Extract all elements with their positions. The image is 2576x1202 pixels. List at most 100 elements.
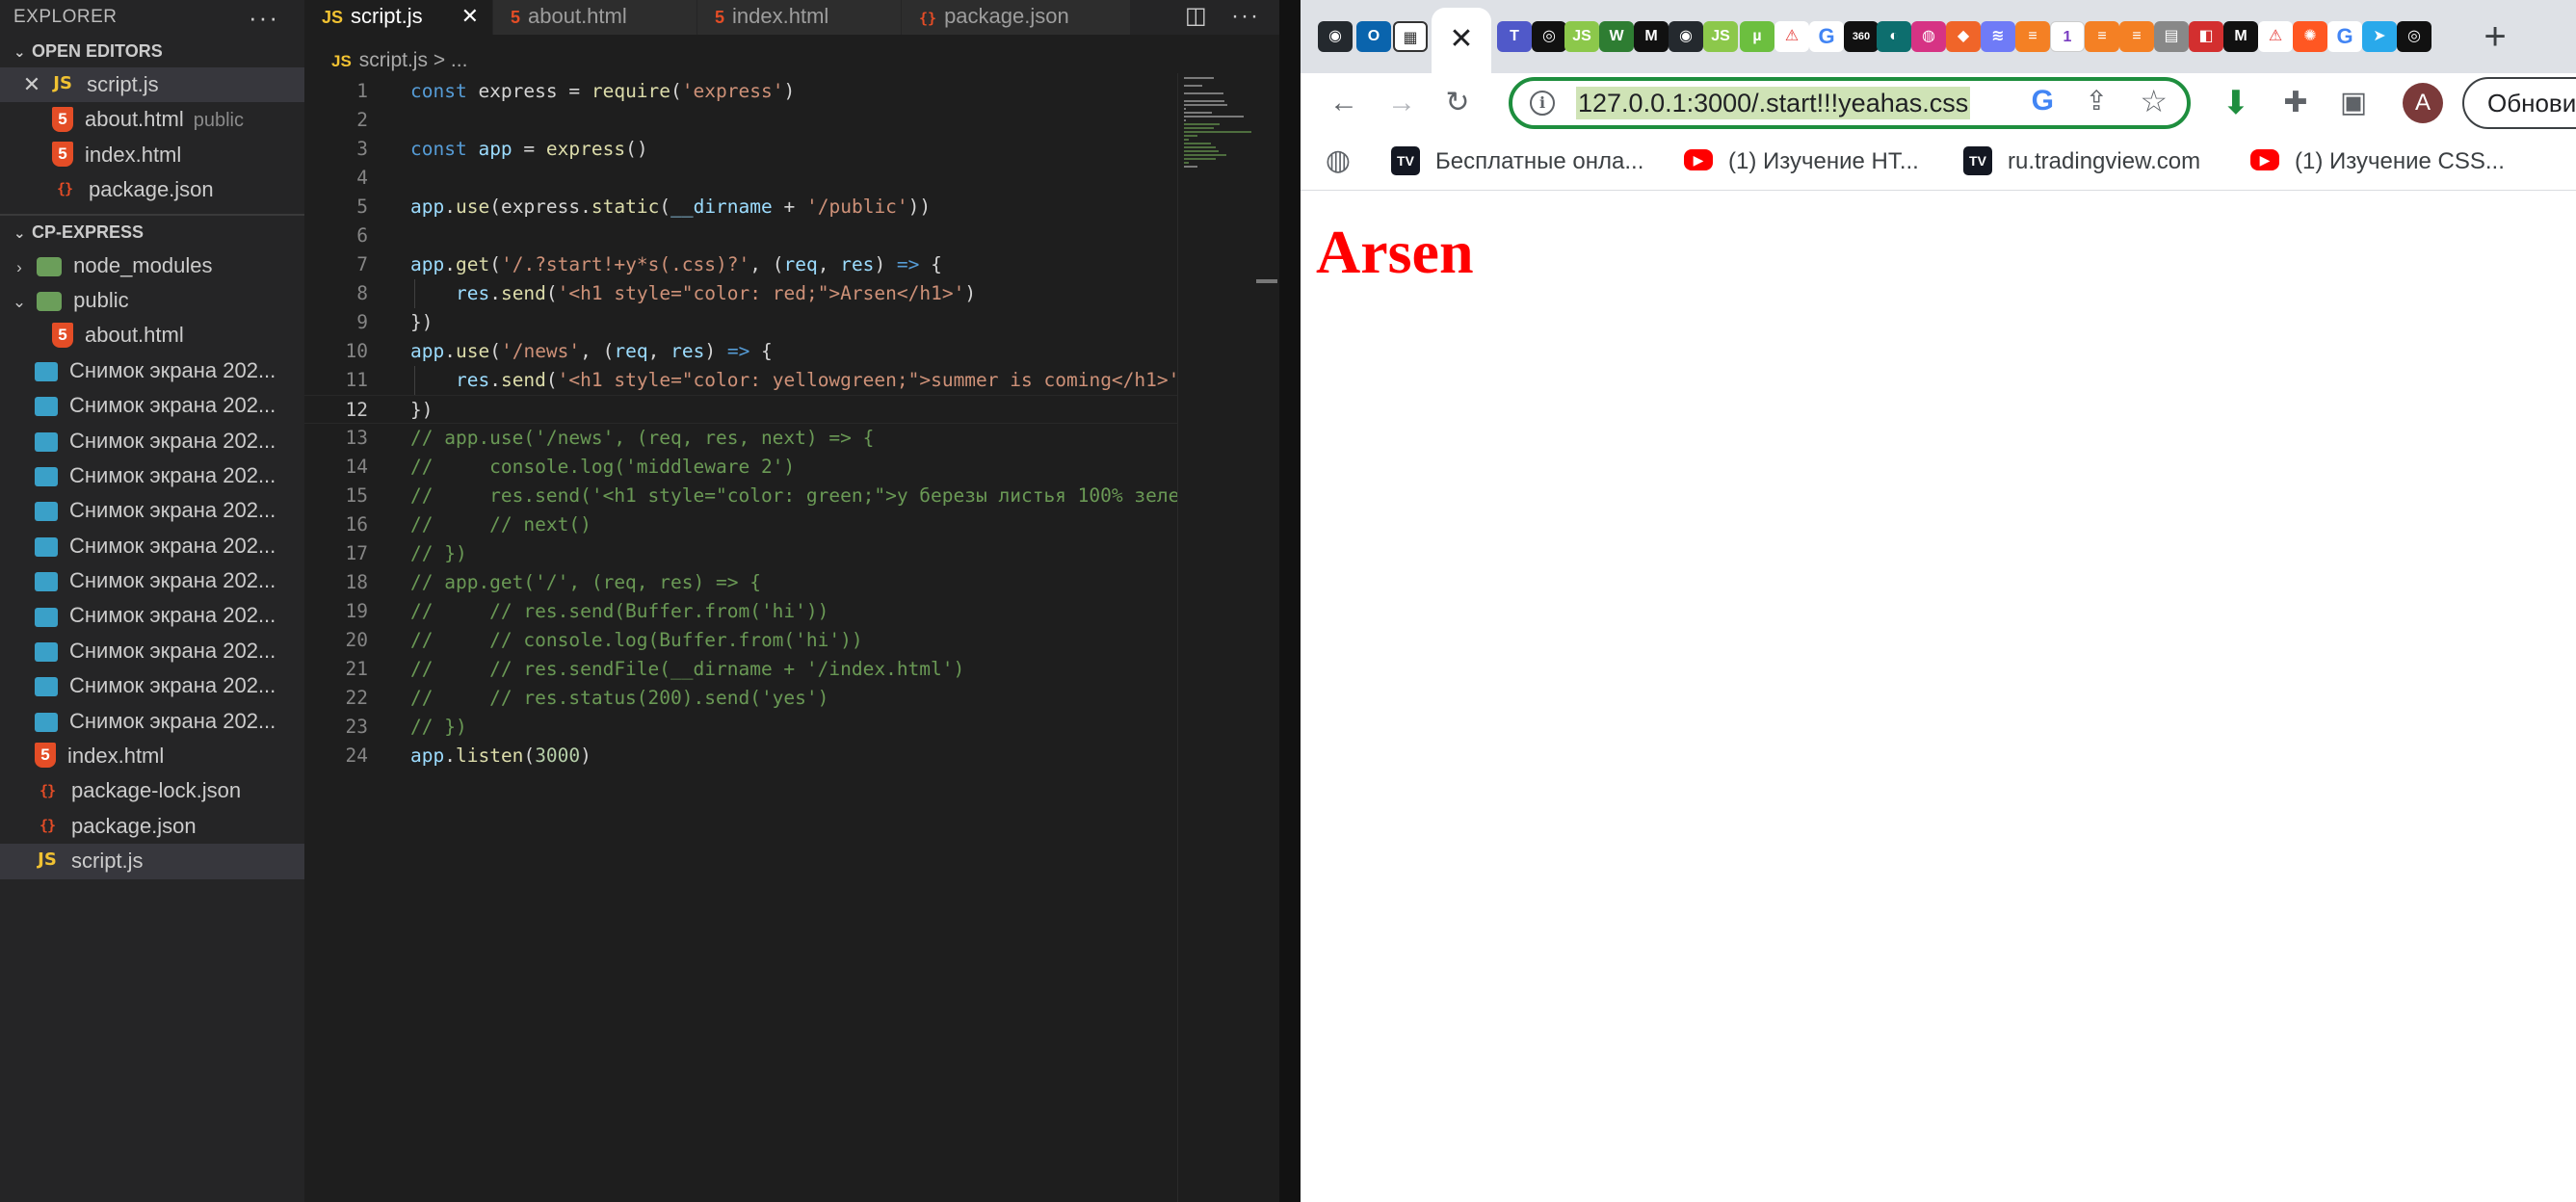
google-lens-icon[interactable]: G: [2032, 85, 2054, 118]
app-icon[interactable]: ◆: [1946, 21, 1981, 52]
telegram-icon[interactable]: ➤: [2362, 21, 2397, 52]
new-tab-button[interactable]: +: [2474, 15, 2516, 58]
tree-file[interactable]: Снимок экрана 202...: [0, 458, 304, 493]
outlook-icon[interactable]: O: [1356, 21, 1391, 52]
teams-icon[interactable]: T: [1497, 21, 1532, 52]
bookmark-item[interactable]: ▶ (1) Изучение HT...: [1684, 133, 1919, 191]
code-line[interactable]: 6: [304, 222, 1177, 250]
code-line[interactable]: 9}): [304, 308, 1177, 337]
code-line[interactable]: 13 // app.use('/news', (req, res, next) =…: [304, 424, 1177, 453]
m-icon[interactable]: M: [2223, 21, 2258, 52]
github-icon[interactable]: ◉: [1669, 21, 1703, 52]
tree-file-selected[interactable]: JS script.js: [0, 844, 304, 879]
forward-button[interactable]: →: [1381, 83, 1422, 123]
code-line[interactable]: 15 // res.send('<h1 style="color: green;"…: [304, 482, 1177, 510]
code-line[interactable]: 21 // // res.sendFile(__dirname + '/index…: [304, 655, 1177, 684]
app-icon[interactable]: ✺: [2293, 21, 2327, 52]
antenna-icon[interactable]: ⚠: [1774, 21, 1809, 52]
tree-file[interactable]: Снимок экрана 202...: [0, 493, 304, 528]
app-icon[interactable]: ▤: [2154, 21, 2189, 52]
app-icon[interactable]: ◎: [1532, 21, 1566, 52]
code-line[interactable]: 11 res.send('<h1 style="color: yellowgre…: [304, 366, 1177, 395]
m-icon[interactable]: M: [1634, 21, 1669, 52]
tree-file[interactable]: {} package.json: [0, 809, 304, 844]
antenna-icon[interactable]: ⚠: [2258, 21, 2293, 52]
avatar[interactable]: A: [2403, 83, 2443, 123]
address-bar[interactable]: i 127.0.0.1:3000/.start!!!yeahas.css G ⇪…: [1509, 77, 2191, 129]
code-line[interactable]: 3 const app = express(): [304, 135, 1177, 164]
code-line[interactable]: 22 // // res.status(200).send('yes'): [304, 684, 1177, 713]
tree-file[interactable]: Снимок экрана 202...: [0, 704, 304, 739]
tree-folder-node-modules[interactable]: › node_modules: [0, 248, 304, 283]
bookmark-item[interactable]: TV ru.tradingview.com: [1963, 133, 2200, 191]
google-icon[interactable]: G: [2327, 21, 2362, 52]
bookmark-star-icon[interactable]: ☆: [2140, 83, 2168, 119]
close-tab-icon[interactable]: ✕: [461, 0, 479, 33]
code-line[interactable]: 4: [304, 164, 1177, 193]
code-line[interactable]: 19 // // res.send(Buffer.from('hi')): [304, 597, 1177, 626]
code-line[interactable]: 5 app.use(express.static(__dirname + '/pu…: [304, 193, 1177, 222]
tree-file[interactable]: Снимок экрана 202...: [0, 353, 304, 388]
open-editor-item[interactable]: 5 index.html: [0, 138, 304, 172]
close-tab-icon[interactable]: ✕: [1432, 25, 1491, 54]
stackoverflow-icon[interactable]: ≡: [2119, 21, 2154, 52]
stackoverflow-icon[interactable]: ≡: [2085, 21, 2119, 52]
nodejs-icon[interactable]: JS: [1564, 21, 1599, 52]
site-info-icon[interactable]: i: [1530, 91, 1555, 116]
bookmark-item[interactable]: ◍: [1324, 133, 1368, 191]
bookmark-item[interactable]: ▶ (1) Изучение CSS...: [2250, 133, 2505, 191]
tab-script-js[interactable]: JS script.js ✕: [304, 0, 493, 35]
tree-file[interactable]: {} package-lock.json: [0, 773, 304, 808]
project-header[interactable]: ⌄ CP-EXPRESS: [0, 216, 304, 248]
code-line[interactable]: 10 app.use('/news', (req, res) => {: [304, 337, 1177, 366]
more-actions-icon[interactable]: ···: [249, 0, 279, 35]
tab-index-html[interactable]: 5 index.html: [697, 0, 902, 35]
w-icon[interactable]: W: [1599, 21, 1634, 52]
qr-icon[interactable]: ▦: [1393, 21, 1428, 52]
tree-file[interactable]: 5 about.html: [0, 318, 304, 353]
code-line[interactable]: 1 const express = require('express'): [304, 77, 1177, 106]
app-icon[interactable]: ◎: [2397, 21, 2431, 52]
code-line[interactable]: 7 app.get('/.?start!+y*s(.css)?', (req, r…: [304, 250, 1177, 279]
code-line[interactable]: 23 // }): [304, 713, 1177, 742]
breadcrumb-file[interactable]: script.js: [359, 49, 428, 71]
tab-about-html[interactable]: 5 about.html: [493, 0, 697, 35]
tree-file[interactable]: Снимок экрана 202...: [0, 634, 304, 668]
tree-file[interactable]: Снимок экрана 202...: [0, 388, 304, 423]
utorrent-icon[interactable]: µ: [1740, 21, 1774, 52]
code-line[interactable]: 18 // app.get('/', (req, res) => {: [304, 568, 1177, 597]
tab-package-json[interactable]: {} package.json: [902, 0, 1131, 35]
bookmark-item[interactable]: TV Бесплатные онла...: [1391, 133, 1643, 191]
code-line[interactable]: 20 // // console.log(Buffer.from('hi')): [304, 626, 1177, 655]
active-browser-tab[interactable]: ✕: [1432, 8, 1491, 73]
side-panel-icon[interactable]: ▣: [2333, 83, 2374, 123]
github-icon[interactable]: ◉: [1318, 21, 1353, 52]
url-text[interactable]: 127.0.0.1:3000/.start!!!yeahas.css: [1576, 87, 1971, 119]
tree-file[interactable]: Снимок экрана 202...: [0, 598, 304, 633]
more-actions-icon[interactable]: ···: [1231, 0, 1260, 35]
tree-file[interactable]: Снимок экрана 202...: [0, 563, 304, 598]
tree-folder-public[interactable]: ⌄ public: [0, 283, 304, 318]
app-icon[interactable]: ◍: [1911, 21, 1946, 52]
app-icon[interactable]: ◧: [2189, 21, 2223, 52]
reload-button[interactable]: ↻: [1437, 83, 1478, 123]
code-line[interactable]: 8 res.send('<h1 style="color: red;">Arse…: [304, 279, 1177, 308]
share-icon[interactable]: ⇪: [2086, 85, 2108, 117]
code-line[interactable]: 12}): [304, 395, 1177, 424]
minimap[interactable]: [1177, 73, 1254, 1202]
tree-file[interactable]: Снимок экрана 202...: [0, 668, 304, 703]
code-line[interactable]: 2: [304, 106, 1177, 135]
app-icon[interactable]: 1: [2050, 21, 2085, 52]
back-button[interactable]: ←: [1324, 83, 1364, 123]
download-icon[interactable]: ⬇: [2216, 83, 2256, 123]
google-icon[interactable]: G: [1809, 21, 1844, 52]
split-editor-icon[interactable]: ◫: [1185, 0, 1207, 35]
tree-file[interactable]: 5 index.html: [0, 739, 304, 773]
update-button[interactable]: Обнови: [2462, 77, 2576, 129]
open-editor-item[interactable]: ✕ JS script.js: [0, 67, 304, 103]
code-line[interactable]: 24 app.listen(3000): [304, 742, 1177, 771]
close-icon[interactable]: ✕: [19, 67, 44, 102]
tree-file[interactable]: Снимок экрана 202...: [0, 529, 304, 563]
film-icon[interactable]: 360: [1844, 21, 1879, 52]
tree-file[interactable]: Снимок экрана 202...: [0, 424, 304, 458]
